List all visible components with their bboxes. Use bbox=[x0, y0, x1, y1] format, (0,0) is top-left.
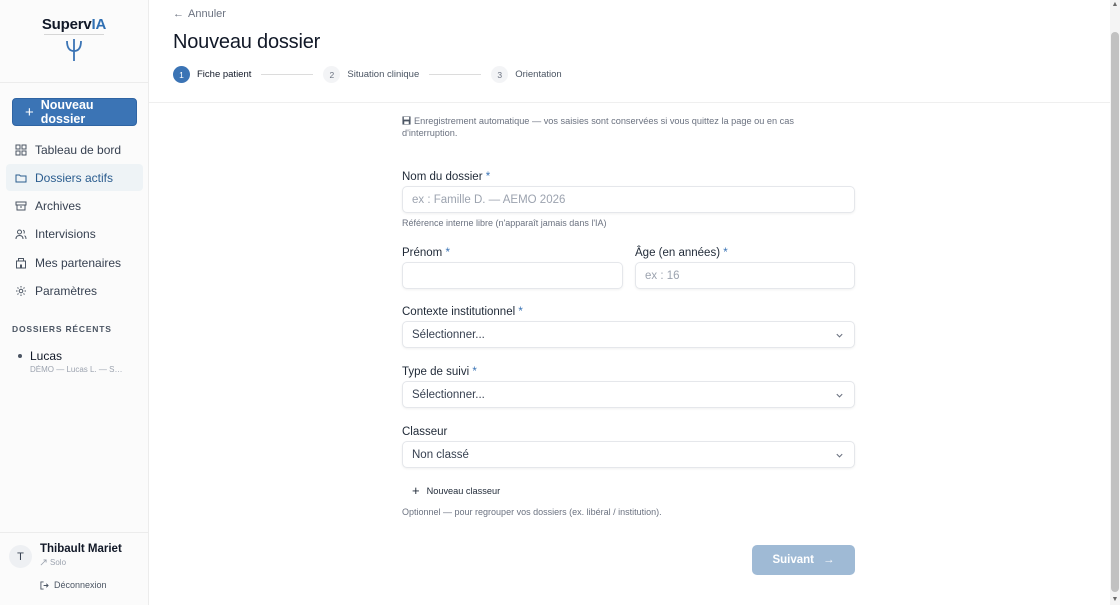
sidebar-item-dashboard[interactable]: Tableau de bord bbox=[6, 136, 143, 163]
step-label: Situation clinique bbox=[347, 69, 420, 80]
chevron-down-icon bbox=[836, 453, 843, 458]
step-label: Fiche patient bbox=[197, 69, 252, 80]
stepper: 1 Fiche patient 2 Situation clinique 3 O… bbox=[173, 66, 562, 83]
users-icon bbox=[15, 229, 27, 240]
sidebar: SupervIA + Nouveau dossier Tableau de bo… bbox=[0, 0, 149, 605]
logout-button[interactable]: Déconnexion bbox=[40, 580, 107, 590]
scrollbar-thumb[interactable] bbox=[1111, 32, 1119, 592]
nom-dossier-input[interactable]: ex : Famille D. — AEMO 2026 bbox=[402, 186, 855, 213]
link-icon bbox=[40, 559, 47, 566]
step-label: Orientation bbox=[515, 69, 562, 80]
classeur-label: Classeur bbox=[402, 426, 448, 438]
bullet-icon bbox=[18, 354, 22, 358]
plus-icon: + bbox=[25, 103, 34, 121]
gear-icon bbox=[16, 285, 26, 296]
user-plan-label: Solo bbox=[50, 558, 67, 567]
brand: SupervIA bbox=[0, 0, 148, 83]
recent-dossiers-title: DOSSIERS RÉCENTS bbox=[12, 324, 112, 334]
building-icon bbox=[16, 257, 26, 269]
arrow-right-icon: → bbox=[823, 554, 835, 566]
dashboard-icon bbox=[15, 144, 27, 155]
save-icon bbox=[402, 116, 411, 125]
next-button[interactable]: Suivant → bbox=[752, 545, 855, 575]
page-title: Nouveau dossier bbox=[173, 31, 321, 53]
brand-divider bbox=[44, 34, 104, 35]
sidebar-item-dossiers-actifs[interactable]: Dossiers actifs bbox=[6, 164, 143, 192]
sidebar-nav: Tableau de bord Dossiers actifs Archives… bbox=[6, 136, 143, 306]
step-number: 3 bbox=[491, 66, 509, 83]
sidebar-item-label: Intervisions bbox=[35, 227, 96, 242]
nom-dossier-label: Nom du dossier * bbox=[402, 171, 491, 183]
autosave-text: Enregistrement automatique — vos saisies… bbox=[402, 116, 794, 138]
prenom-input[interactable] bbox=[402, 262, 623, 289]
type-suivi-label: Type de suivi * bbox=[402, 366, 477, 378]
cancel-link[interactable]: ← Annuler bbox=[173, 8, 226, 20]
psi-logo-icon bbox=[66, 39, 82, 61]
header-divider bbox=[149, 102, 1110, 103]
chevron-down-icon bbox=[836, 393, 843, 398]
chevron-down-icon bbox=[836, 333, 843, 338]
cancel-label: Annuler bbox=[188, 8, 226, 20]
sidebar-item-label: Archives bbox=[35, 199, 82, 214]
new-dossier-label: Nouveau dossier bbox=[40, 98, 94, 126]
sidebar-item-label: Tableau de bord bbox=[35, 142, 122, 157]
folder-open-icon bbox=[15, 174, 27, 183]
logout-label: Déconnexion bbox=[54, 580, 107, 590]
user-panel: T Thibault Mariet Solo Déconnexion bbox=[0, 532, 148, 605]
step-situation-clinique[interactable]: 2 Situation clinique bbox=[323, 66, 419, 83]
user-name: Thibault Mariet bbox=[40, 543, 122, 555]
plus-icon: + bbox=[412, 483, 420, 498]
new-classeur-button[interactable]: + Nouveau classeur bbox=[412, 484, 500, 497]
sidebar-item-label: Paramètres bbox=[35, 283, 98, 298]
classeur-help: Optionnel — pour regrouper vos dossiers … bbox=[402, 507, 662, 517]
prenom-label: Prénom * bbox=[402, 247, 450, 259]
user-plan: Solo bbox=[40, 558, 66, 567]
step-connector bbox=[261, 74, 314, 75]
age-input[interactable]: ex : 16 bbox=[635, 262, 855, 289]
arrow-left-icon: ← bbox=[173, 8, 184, 20]
step-orientation[interactable]: 3 Orientation bbox=[491, 66, 562, 83]
recent-dossier-item[interactable]: Lucas DÉMO — Lucas L. — Suivi bbox=[18, 349, 133, 374]
type-suivi-select[interactable]: Sélectionner... bbox=[402, 381, 855, 408]
recent-dossier-name: Lucas bbox=[30, 349, 63, 363]
step-number: 2 bbox=[323, 66, 341, 83]
classeur-select[interactable]: Non classé bbox=[402, 441, 855, 468]
sidebar-item-partenaires[interactable]: Mes partenaires bbox=[6, 249, 143, 276]
recent-dossier-subtitle: DÉMO — Lucas L. — Suivi bbox=[30, 365, 126, 374]
avatar: T bbox=[9, 545, 32, 568]
contexte-label: Contexte institutionnel * bbox=[402, 306, 523, 318]
autosave-notice: Enregistrement automatique — vos saisies… bbox=[402, 115, 822, 139]
sidebar-item-label: Mes partenaires bbox=[35, 255, 122, 270]
scroll-up-arrow-icon[interactable]: ▲ bbox=[1111, 1, 1119, 9]
sidebar-item-intervisions[interactable]: Intervisions bbox=[6, 221, 143, 248]
contexte-select[interactable]: Sélectionner... bbox=[402, 321, 855, 348]
new-dossier-button[interactable]: + Nouveau dossier bbox=[12, 98, 137, 126]
step-connector bbox=[429, 74, 482, 75]
classeur-value: Non classé bbox=[412, 448, 469, 461]
contexte-value: Sélectionner... bbox=[412, 328, 485, 341]
main-content: ← Annuler Nouveau dossier 1 Fiche patien… bbox=[149, 0, 1110, 605]
archive-icon bbox=[15, 201, 27, 211]
type-suivi-value: Sélectionner... bbox=[412, 388, 485, 401]
sidebar-item-label: Dossiers actifs bbox=[35, 170, 114, 185]
logout-icon bbox=[40, 580, 49, 590]
step-fiche-patient[interactable]: 1 Fiche patient bbox=[173, 66, 251, 83]
age-label: Âge (en années) * bbox=[635, 247, 728, 259]
sidebar-item-archives[interactable]: Archives bbox=[6, 193, 143, 220]
brand-logo-text: SupervIA bbox=[41, 16, 107, 33]
step-number: 1 bbox=[173, 66, 190, 83]
sidebar-item-parametres[interactable]: Paramètres bbox=[6, 277, 143, 304]
scroll-down-arrow-icon[interactable]: ▼ bbox=[1111, 596, 1119, 604]
new-classeur-label: Nouveau classeur bbox=[426, 485, 501, 496]
nom-dossier-help: Référence interne libre (n'apparaît jama… bbox=[402, 218, 607, 228]
next-label: Suivant bbox=[772, 554, 815, 566]
